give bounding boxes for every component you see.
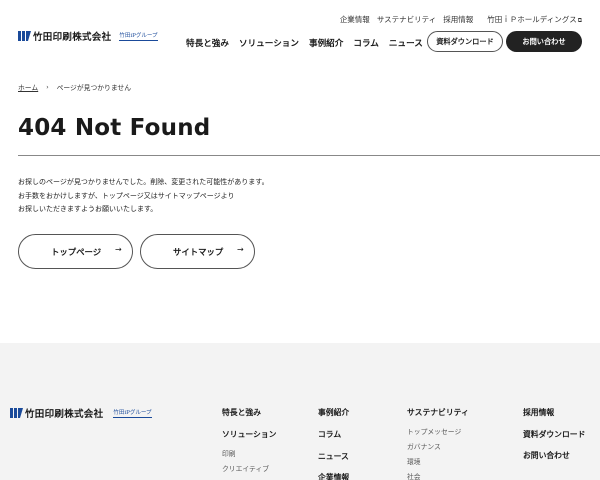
site-footer: 竹田印刷株式会社 竹田iPグループ 特長と強み ソリューション 印刷 クリエイテ… — [0, 343, 600, 480]
util-link-recruit[interactable]: 採用情報 — [443, 14, 473, 25]
sitemap-label: サイトマップ — [173, 247, 224, 257]
logo-mark-icon — [10, 407, 23, 419]
logo-mark-icon — [18, 30, 31, 42]
nav-column[interactable]: コラム — [353, 37, 379, 49]
util-link-holdings-label: 竹田ｉＰホールディングス — [487, 15, 577, 24]
footer-link-features[interactable]: 特長と強み — [222, 407, 261, 418]
top-page-button[interactable]: トップページ → — [18, 234, 133, 269]
message-line: お手数をおかけしますが、トップページ又はサイトマップページより — [18, 191, 235, 200]
footer-sublink-society[interactable]: 社会 — [407, 471, 421, 480]
footer-link-download[interactable]: 資料ダウンロード — [523, 429, 585, 440]
footer-link-column[interactable]: コラム — [318, 429, 341, 440]
footer-logo-company-name: 竹田印刷株式会社 — [25, 409, 104, 420]
top-page-label: トップページ — [51, 247, 102, 257]
nav-cases[interactable]: 事例紹介 — [309, 37, 343, 49]
not-found-message: お探しのページが見つかりませんでした。削除、変更された可能性があります。 お手数… — [18, 176, 269, 217]
site-logo[interactable]: 竹田印刷株式会社 竹田iPグループ — [18, 29, 158, 43]
download-button[interactable]: 資料ダウンロード — [427, 31, 503, 52]
footer-logo[interactable]: 竹田印刷株式会社 竹田iPグループ — [10, 406, 152, 420]
footer-link-recruit[interactable]: 採用情報 — [523, 407, 554, 418]
breadcrumb-home[interactable]: ホーム — [18, 82, 38, 92]
external-link-icon: ⧉ — [577, 17, 582, 24]
footer-logo-group-name: 竹田iPグループ — [113, 410, 152, 418]
breadcrumb: ホーム › ページが見つかりません — [18, 82, 132, 93]
nav-solutions[interactable]: ソリューション — [239, 37, 299, 49]
footer-sublink-print[interactable]: 印刷 — [222, 448, 236, 458]
arrow-right-icon: → — [237, 245, 244, 254]
footer-link-solutions[interactable]: ソリューション — [222, 429, 276, 440]
footer-link-contact[interactable]: お問い合わせ — [523, 450, 570, 461]
utility-nav: 企業情報 サステナビリティ 採用情報 竹田ｉＰホールディングス⧉ — [333, 14, 582, 25]
footer-link-company[interactable]: 企業情報 — [318, 472, 349, 480]
breadcrumb-separator-icon: › — [46, 83, 49, 91]
footer-sublink-environment[interactable]: 環境 — [407, 456, 421, 466]
footer-link-cases[interactable]: 事例紹介 — [318, 407, 349, 418]
util-link-sustainability[interactable]: サステナビリティ — [377, 14, 436, 25]
arrow-right-icon: → — [115, 245, 122, 254]
logo-group-name: 竹田iPグループ — [119, 33, 158, 41]
title-divider — [18, 155, 600, 156]
sitemap-button[interactable]: サイトマップ → — [140, 234, 255, 269]
footer-link-news[interactable]: ニュース — [318, 451, 349, 462]
util-link-holdings[interactable]: 竹田ｉＰホールディングス⧉ — [480, 14, 582, 25]
contact-button[interactable]: お問い合わせ — [506, 31, 582, 52]
util-link-company[interactable]: 企業情報 — [340, 14, 370, 25]
nav-news[interactable]: ニュース — [389, 37, 423, 49]
main-nav: 特長と強み ソリューション 事例紹介 コラム ニュース — [186, 37, 433, 49]
logo-company-name: 竹田印刷株式会社 — [33, 32, 112, 43]
message-line: お探しいただきますようお願いいたします。 — [18, 205, 158, 213]
site-header: 竹田印刷株式会社 竹田iPグループ 企業情報 サステナビリティ 採用情報 竹田ｉ… — [0, 0, 600, 70]
nav-features[interactable]: 特長と強み — [186, 37, 229, 49]
message-line: お探しのページが見つかりませんでした。削除、変更された可能性があります。 — [18, 178, 269, 186]
breadcrumb-current: ページが見つかりません — [56, 84, 132, 92]
footer-link-sustainability[interactable]: サステナビリティ — [407, 407, 469, 418]
footer-sublink-governance[interactable]: ガバナンス — [407, 441, 441, 451]
footer-sublink-top-message[interactable]: トップメッセージ — [407, 426, 461, 436]
footer-sublink-creative[interactable]: クリエイティブ — [222, 463, 269, 473]
page-title: 404 Not Found — [18, 115, 211, 141]
